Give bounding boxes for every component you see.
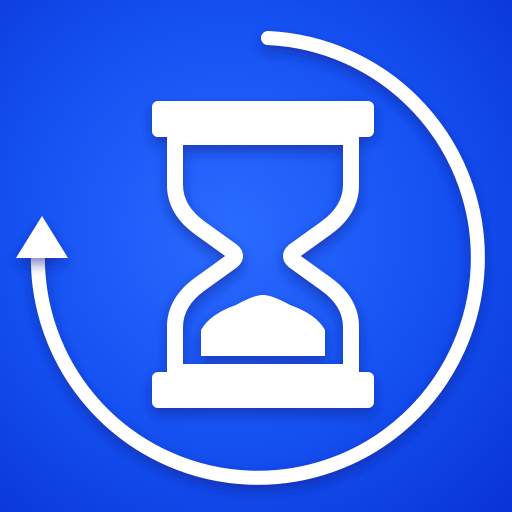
hourglass-history-icon — [0, 0, 512, 512]
app-icon — [0, 0, 512, 512]
icon-background — [0, 0, 512, 512]
